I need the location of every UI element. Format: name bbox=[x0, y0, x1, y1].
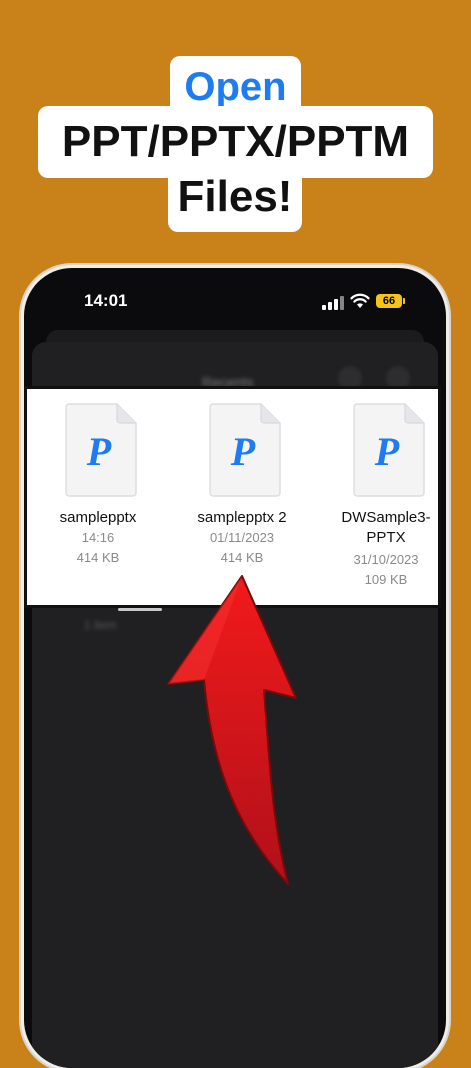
file-date: 31/10/2023 bbox=[353, 552, 419, 567]
wifi-icon bbox=[350, 293, 370, 308]
file-icon-letter: P bbox=[86, 429, 112, 474]
file-date: 14:16 bbox=[81, 530, 115, 545]
file-name-line-2: PPTX bbox=[366, 529, 406, 546]
file-icon-letter: P bbox=[374, 429, 400, 474]
status-time: 14:01 bbox=[84, 291, 128, 310]
battery-icon: 66 bbox=[376, 294, 405, 308]
pptx-file-icon: P bbox=[353, 403, 425, 497]
file-name-line-1: DWSample3- bbox=[341, 509, 431, 526]
red-arrow-icon bbox=[167, 575, 297, 885]
pptx-file-icon: P bbox=[65, 403, 137, 497]
file-name: samplepptx 2 bbox=[197, 509, 287, 526]
item-count: 1 item bbox=[84, 618, 117, 632]
cellular-signal-icon bbox=[322, 296, 344, 310]
file-size: 414 KB bbox=[220, 550, 264, 565]
promo-headline: Open PPT/PPTX/PPTM Files! bbox=[0, 0, 471, 240]
pptx-file-icon: P bbox=[209, 403, 281, 497]
file-size: 414 KB bbox=[76, 550, 120, 565]
headline-files: Files! bbox=[168, 162, 302, 232]
status-bar: 14:01 66 bbox=[24, 268, 446, 328]
file-size: 109 KB bbox=[364, 572, 408, 587]
file-name: samplepptx bbox=[59, 509, 137, 526]
file-icon-letter: P bbox=[230, 429, 256, 474]
home-indicator bbox=[118, 608, 162, 611]
file-date: 01/11/2023 bbox=[209, 530, 275, 545]
